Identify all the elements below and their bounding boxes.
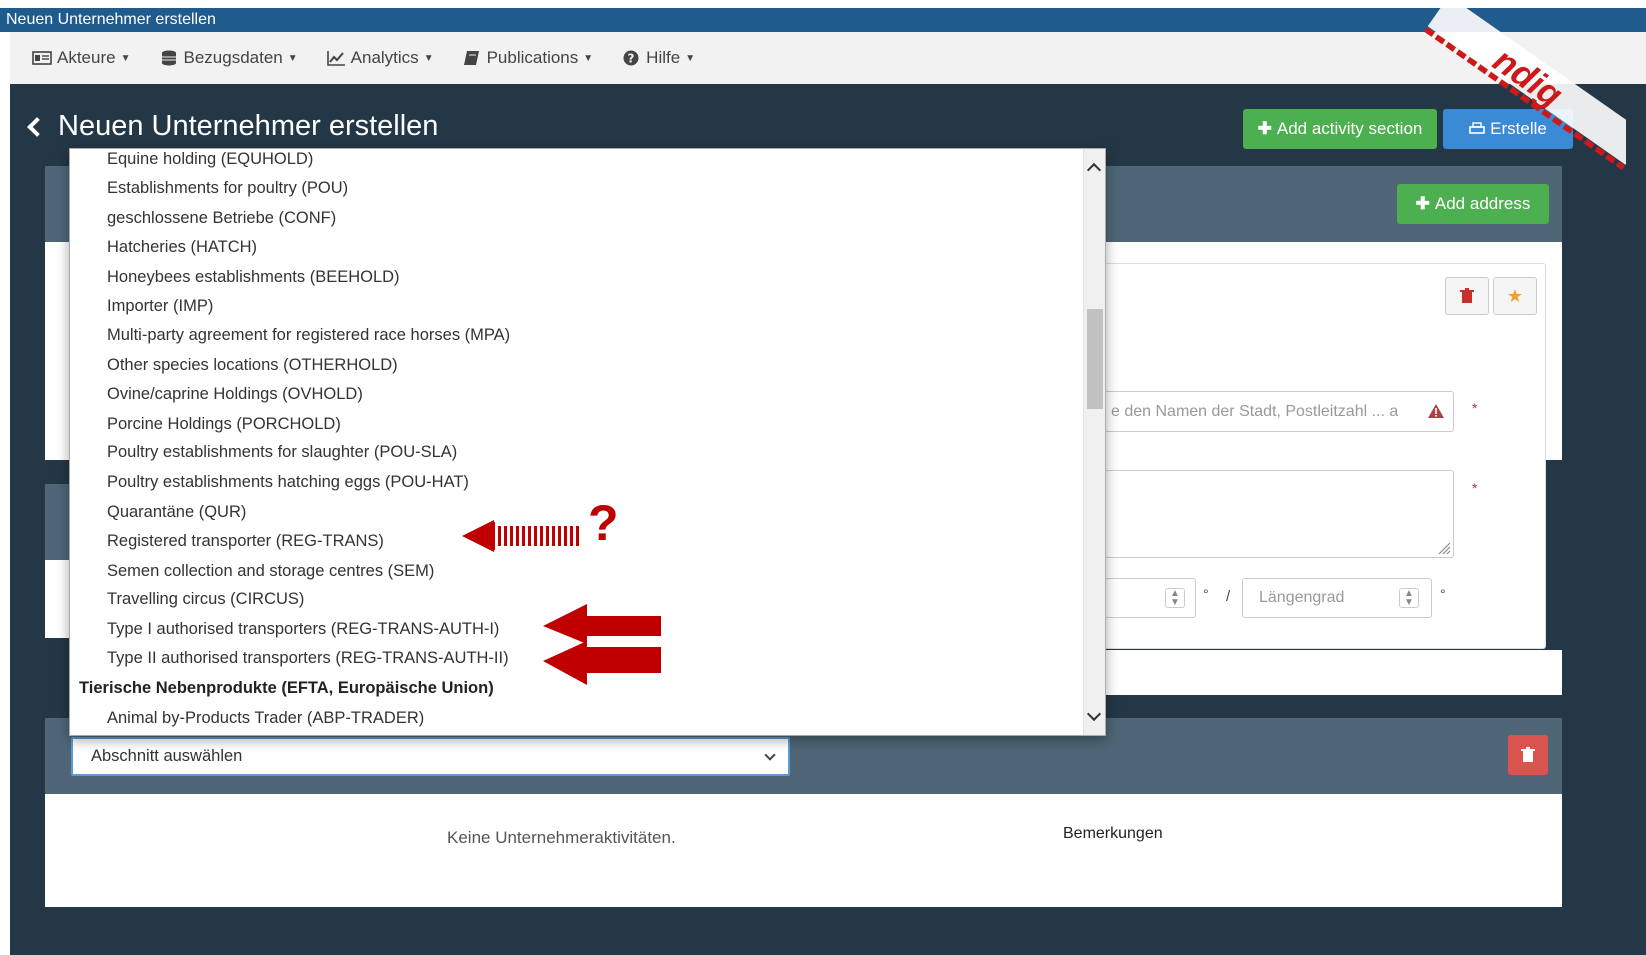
nav-label: Akteure [57, 48, 116, 67]
dropdown-option[interactable]: Importer (IMP) [107, 297, 213, 316]
nav-label: Bezugsdaten [183, 48, 283, 67]
city-search-field[interactable]: e den Namen der Stadt, Postleitzahl ... … [1100, 391, 1454, 432]
longitude-field[interactable]: Längengrad ▲ ▼ [1242, 578, 1432, 618]
nav-analytics[interactable]: Analytics ▼ [326, 48, 434, 68]
address-panel-body-lower [1090, 650, 1562, 695]
warning-icon [1428, 404, 1444, 418]
id-card-icon [32, 51, 52, 65]
dropdown-scrollbar[interactable] [1083, 149, 1105, 735]
star-icon: ★ [1506, 285, 1524, 306]
dropdown-option[interactable]: Other species locations (OTHERHOLD) [107, 356, 398, 375]
corner-stamp-image: ndig [1423, 0, 1626, 171]
dropdown-option[interactable]: Type I authorised transporters (REG-TRAN… [107, 620, 499, 639]
delete-section-button[interactable] [1508, 735, 1548, 775]
dropdown-option[interactable]: Multi-party agreement for registered rac… [107, 326, 510, 345]
dropdown-option[interactable]: geschlossene Betriebe (CONF) [107, 209, 336, 228]
line-chart-icon [326, 51, 345, 66]
resize-handle-icon[interactable] [1437, 541, 1451, 555]
database-icon [161, 50, 176, 66]
activity-panel-body [45, 794, 1562, 907]
scroll-up-icon[interactable] [1086, 162, 1102, 178]
book-icon [463, 51, 479, 65]
trash-icon [1460, 288, 1474, 303]
caret-down-icon: ▼ [423, 52, 434, 64]
dropdown-option[interactable]: Type II authorised transporters (REG-TRA… [107, 649, 509, 668]
dropdown-option[interactable]: Animal by-Products Trader (ABP-TRADER) [107, 709, 424, 728]
coord-separator: / [1226, 588, 1231, 605]
dropdown-option[interactable]: Quarantäne (QUR) [107, 503, 246, 522]
dropdown-optgroup: Tierische Nebenprodukte (EFTA, Europäisc… [79, 679, 494, 697]
delete-address-button[interactable] [1445, 277, 1489, 315]
remarks-label: Bemerkungen [1063, 825, 1163, 842]
question-annotation: ? [588, 495, 619, 551]
plus-icon: ✚ [1257, 119, 1272, 138]
nav-label: Publications [486, 48, 579, 67]
section-select-value: Abschnitt auswählen [91, 747, 243, 765]
dropdown-option[interactable]: Poultry establishments hatching eggs (PO… [107, 473, 469, 492]
dropdown-option[interactable]: Porcine Holdings (PORCHOLD) [107, 415, 341, 434]
dropdown-option[interactable]: Travelling circus (CIRCUS) [107, 590, 304, 609]
required-mark: * [1472, 400, 1478, 416]
nav-publications[interactable]: Publications ▼ [462, 48, 594, 68]
degree-symbol: ° [1203, 586, 1209, 602]
dropdown-option[interactable]: Semen collection and storage centres (SE… [107, 562, 434, 581]
trash-icon [1521, 747, 1535, 762]
primary-address-button[interactable]: ★ [1493, 277, 1537, 315]
nav-akteure[interactable]: Akteure ▼ [32, 48, 131, 68]
nav-label: Analytics [350, 48, 419, 67]
degree-symbol: ° [1440, 586, 1446, 602]
caret-down-icon: ▼ [120, 52, 131, 64]
dotted-arrow-annotation [462, 520, 579, 552]
back-chevron-icon[interactable] [27, 116, 47, 137]
spinner-icon[interactable]: ▲ ▼ [1165, 588, 1185, 608]
dropdown-option[interactable]: Poultry establishments for slaughter (PO… [107, 443, 457, 462]
dropdown-option[interactable]: Honeybees establishments (BEEHOLD) [107, 268, 400, 287]
latitude-field[interactable]: ▲ ▼ [1100, 578, 1196, 618]
caret-down-icon: ▼ [685, 52, 696, 64]
page-header: Neuen Unternehmer erstellen [24, 110, 438, 143]
arrow-annotation-type-i [543, 604, 661, 644]
scroll-down-icon[interactable] [1086, 706, 1102, 722]
dropdown-option[interactable]: Equine holding (EQUHOLD) [107, 150, 313, 169]
dropdown-option[interactable]: Establishments for poultry (POU) [107, 179, 348, 198]
nav-hilfe[interactable]: ? Hilfe ▼ [621, 48, 695, 68]
scrollbar-thumb[interactable] [1087, 309, 1103, 409]
svg-text:?: ? [628, 52, 635, 66]
question-circle-icon: ? [623, 50, 639, 66]
section-select[interactable]: Abschnitt auswählen [71, 737, 790, 776]
caret-down-icon: ▼ [287, 52, 298, 64]
page-title: Neuen Unternehmer erstellen [58, 110, 439, 142]
city-placeholder: e den Namen der Stadt, Postleitzahl ... … [1111, 402, 1399, 420]
caret-down-icon: ▼ [583, 52, 594, 64]
dropdown-option[interactable]: Hatcheries (HATCH) [107, 238, 257, 257]
address-textarea[interactable] [1100, 470, 1454, 558]
required-mark: * [1472, 480, 1478, 496]
dropdown-option[interactable]: Ovine/caprine Holdings (OVHOLD) [107, 385, 363, 404]
chevron-down-icon [764, 749, 776, 761]
dropdown-option[interactable]: Registered transporter (REG-TRANS) [107, 532, 384, 551]
longitude-placeholder: Längengrad [1259, 589, 1345, 606]
nav-bezugsdaten[interactable]: Bezugsdaten ▼ [159, 48, 298, 68]
arrow-annotation-type-ii [543, 641, 661, 685]
empty-activities-text: Keine Unternehmeraktivitäten. [447, 828, 676, 847]
nav-label: Hilfe [646, 48, 681, 67]
window-title: Neuen Unternehmer erstellen [6, 11, 216, 28]
spinner-icon[interactable]: ▲ ▼ [1399, 588, 1419, 608]
